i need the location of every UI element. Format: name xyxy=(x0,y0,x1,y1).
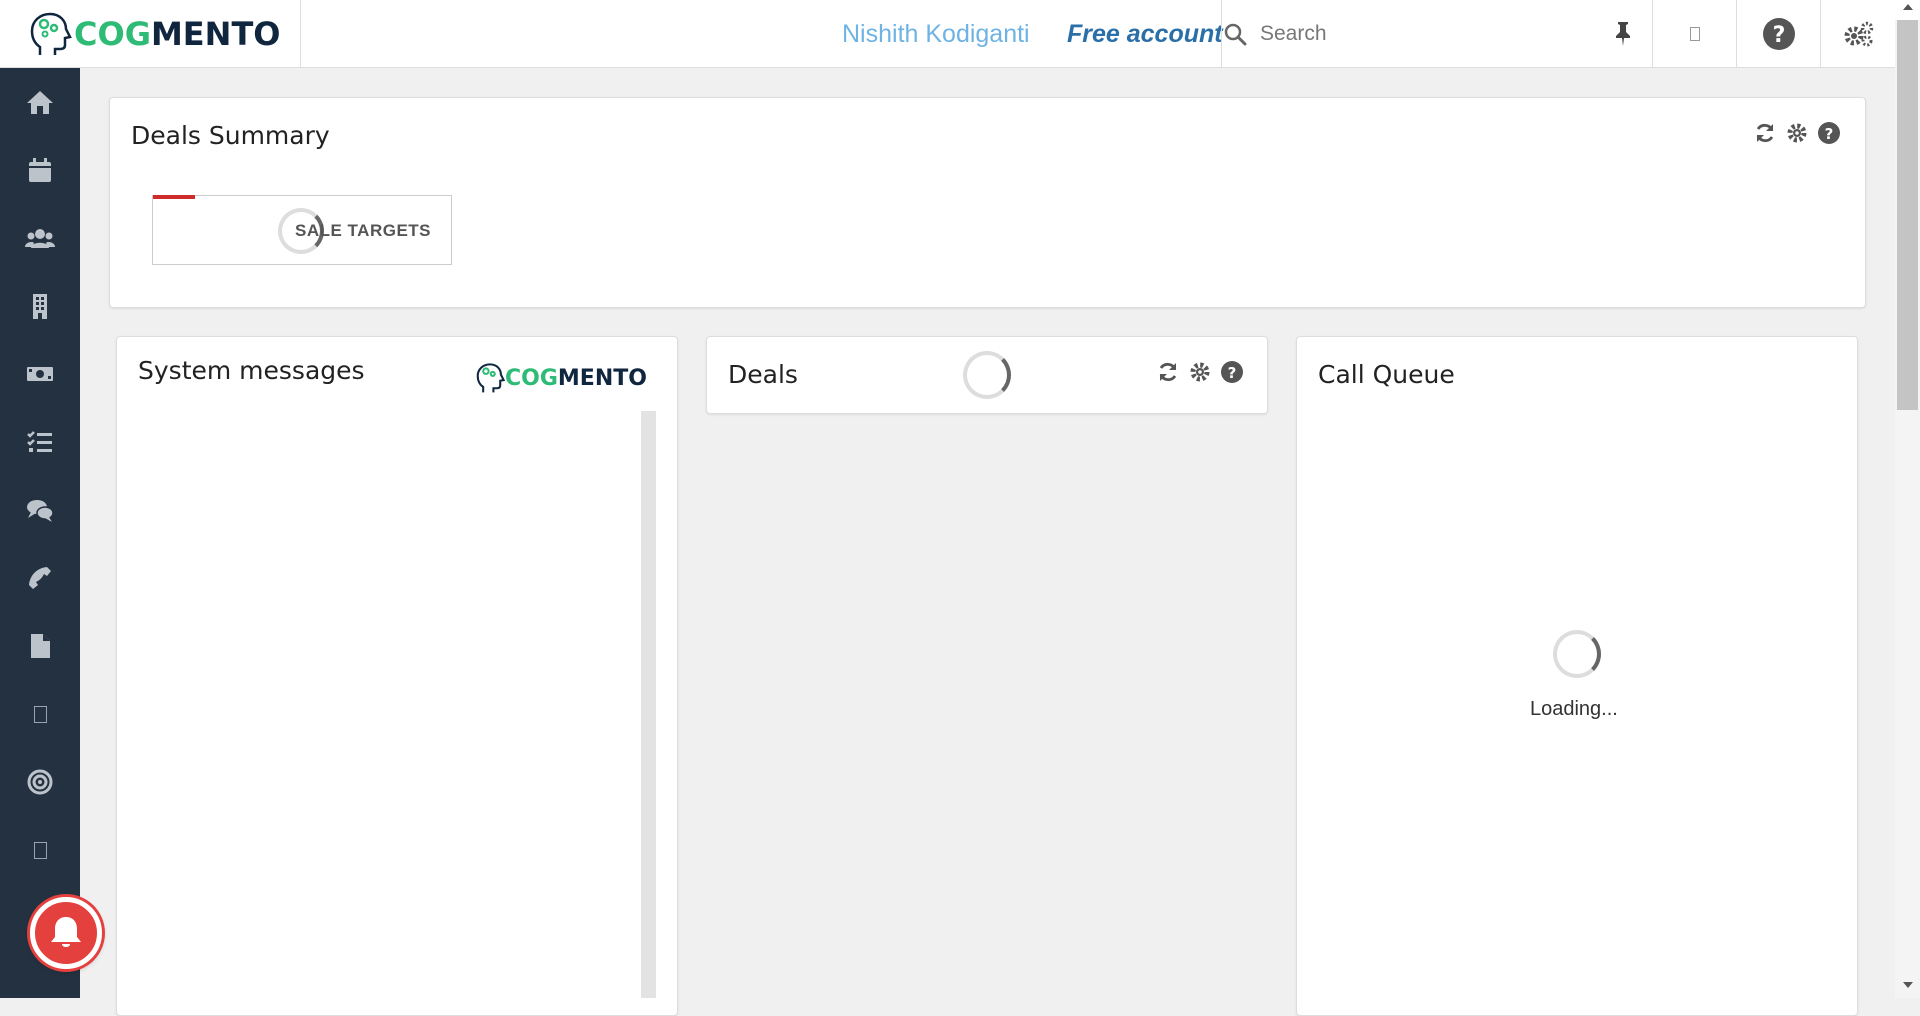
deals-summary-tools: ? xyxy=(1753,121,1841,145)
missing-glyph-icon xyxy=(1689,27,1700,41)
loading-text: Loading... xyxy=(1530,698,1618,720)
documents-icon xyxy=(31,634,50,658)
missing-glyph-icon xyxy=(33,705,47,723)
sidebar-item-documents[interactable] xyxy=(0,612,80,680)
page-scrollbar-thumb[interactable] xyxy=(1897,20,1918,410)
scroll-up-arrow-icon[interactable] xyxy=(1903,4,1913,10)
sidebar xyxy=(0,68,80,998)
search-icon xyxy=(1224,23,1247,46)
bell-icon xyxy=(51,917,81,947)
sidebar-item-calendar[interactable] xyxy=(0,136,80,204)
sidebar-item-home[interactable] xyxy=(0,68,80,136)
deals-tools: ? xyxy=(1156,360,1244,384)
help-icon[interactable]: ? xyxy=(1817,121,1841,145)
target-icon xyxy=(27,769,53,795)
sidebar-item-deals[interactable] xyxy=(0,340,80,408)
tasks-icon xyxy=(27,431,52,452)
brain-head-logo-icon xyxy=(30,12,72,55)
sidebar-item-email[interactable] xyxy=(0,680,80,748)
refresh-icon[interactable] xyxy=(1753,121,1777,145)
top-bar: COGMENTO Nishith Kodiganti Free account … xyxy=(0,0,1920,68)
missing-glyph-icon xyxy=(33,841,47,859)
sidebar-item-calls[interactable] xyxy=(0,544,80,612)
loading-spinner xyxy=(963,351,1011,399)
help-icon: ? xyxy=(1762,18,1795,50)
logo-text: COGMENTO xyxy=(505,365,647,391)
companies-icon xyxy=(33,294,47,319)
sidebar-item-campaigns[interactable] xyxy=(0,748,80,816)
notification-bell-button[interactable] xyxy=(30,897,102,969)
system-messages-scrollbar[interactable] xyxy=(641,411,656,998)
svg-text:?: ? xyxy=(1228,364,1237,382)
loading-spinner xyxy=(1553,630,1601,678)
app-logo[interactable]: COGMENTO xyxy=(0,0,301,68)
notifications-toggle-button[interactable] xyxy=(1652,0,1736,68)
deals-title: Deals xyxy=(728,360,798,389)
scroll-down-arrow-icon[interactable] xyxy=(1903,982,1913,988)
sidebar-item-companies[interactable] xyxy=(0,272,80,340)
system-messages-title: System messages xyxy=(138,356,365,385)
logo-text: COGMENTO xyxy=(74,15,281,53)
sidebar-item-cases[interactable] xyxy=(0,476,80,544)
gears-icon xyxy=(1844,21,1874,47)
call-queue-title: Call Queue xyxy=(1318,360,1455,389)
cases-icon xyxy=(27,500,54,522)
system-messages-panel xyxy=(116,336,678,1016)
account-type-link[interactable]: Free account xyxy=(1067,20,1223,49)
system-messages-logo: COGMENTO xyxy=(475,362,647,394)
deals-summary-title: Deals Summary xyxy=(131,121,330,150)
sidebar-item-tasks[interactable] xyxy=(0,408,80,476)
brain-head-logo-icon xyxy=(476,363,505,393)
sidebar-item-forms[interactable] xyxy=(0,816,80,884)
card-accent xyxy=(153,195,195,199)
settings-button[interactable] xyxy=(1820,0,1895,68)
user-name[interactable]: Nishith Kodiganti xyxy=(842,20,1030,49)
search-input[interactable] xyxy=(1260,18,1590,50)
svg-text:?: ? xyxy=(1772,23,1785,48)
refresh-icon[interactable] xyxy=(1156,360,1180,384)
calls-icon xyxy=(29,567,51,589)
sale-targets-card[interactable]: SALE TARGETS xyxy=(152,195,452,265)
svg-text:?: ? xyxy=(1825,125,1834,143)
sale-targets-label: SALE TARGETS xyxy=(295,221,432,240)
help-icon[interactable]: ? xyxy=(1220,360,1244,384)
gear-icon[interactable] xyxy=(1785,121,1809,145)
gear-icon[interactable] xyxy=(1188,360,1212,384)
calendar-icon xyxy=(29,158,51,182)
home-icon xyxy=(27,91,53,114)
contacts-icon xyxy=(25,229,55,248)
deals-icon xyxy=(27,367,53,381)
help-button[interactable]: ? xyxy=(1736,0,1820,68)
sidebar-item-contacts[interactable] xyxy=(0,204,80,272)
pin-icon[interactable] xyxy=(1610,20,1636,48)
